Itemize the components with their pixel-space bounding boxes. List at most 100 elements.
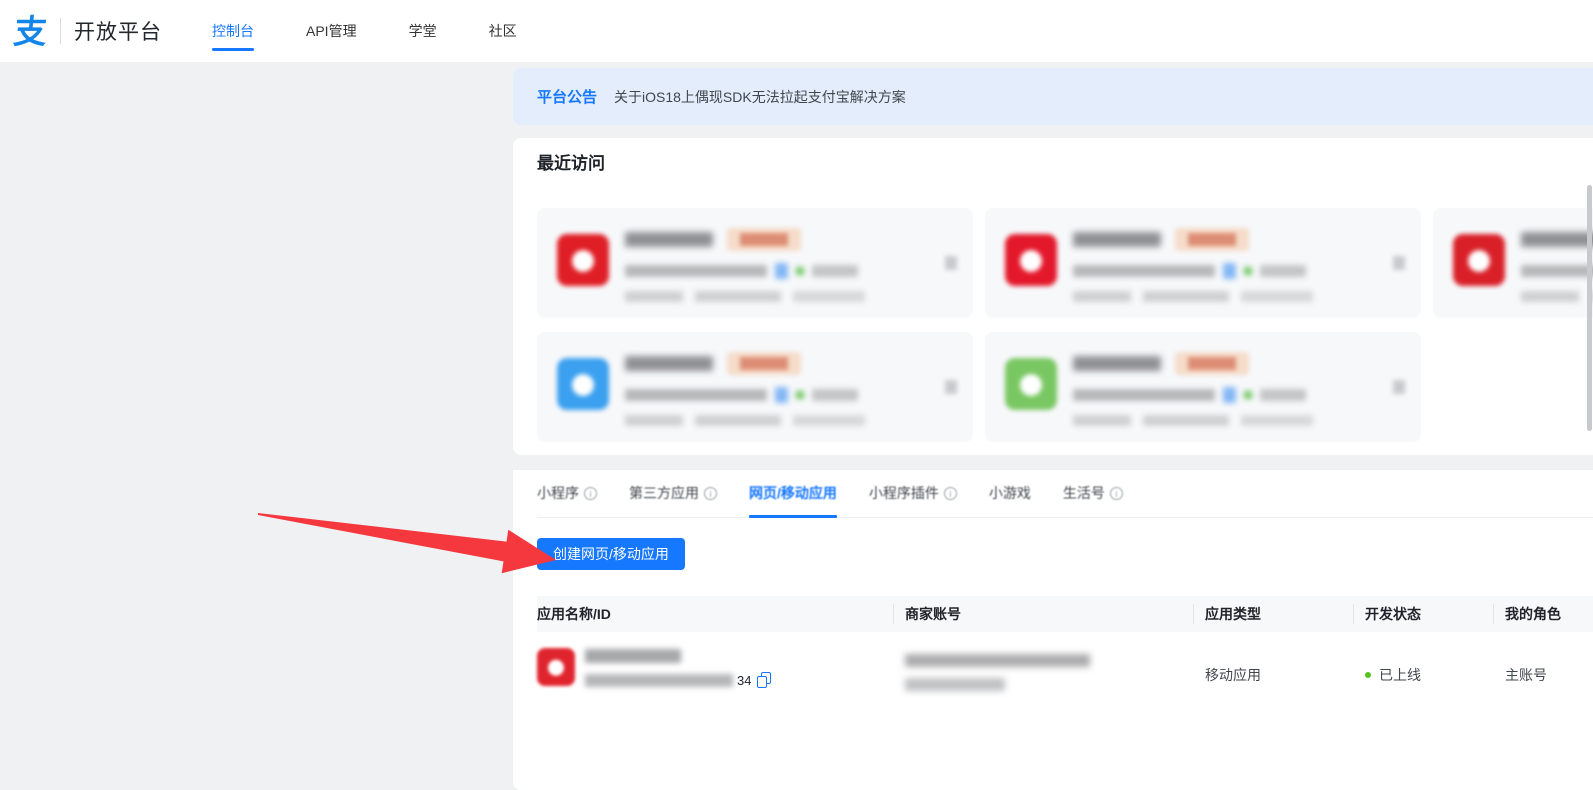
tab-label: 小程序插件i [869,483,957,503]
blurred-app-name [1521,232,1593,247]
table-row[interactable]: 34 移动应用 已上线 主账号 [537,632,1593,691]
recent-app-card-0[interactable] [537,208,973,318]
annotation-arrow-shape [258,513,556,573]
blurred-meta [1073,389,1215,401]
card-meta-row [625,263,858,279]
blurred-app-name [1073,232,1161,247]
blurred-detail [625,415,683,426]
column-header-1: 商家账号 [893,596,1193,632]
blurred-corner-mark [1393,380,1405,394]
card-detail-row [625,415,865,426]
blurred-app-name [585,649,681,663]
online-status-dot-icon [1365,672,1371,678]
tab-label: 小程序i [537,483,597,503]
tab-label: 第三方应用i [629,483,717,503]
card-detail-row [1073,291,1313,302]
card-meta-row [1073,387,1306,403]
blurred-detail [695,291,781,302]
recent-app-card-4[interactable] [985,332,1421,442]
app-icon [1005,358,1057,410]
recent-cards-grid [537,208,1593,442]
blurred-meta [812,265,858,277]
cell-app-type: 移动应用 [1193,648,1353,685]
nav-item-2[interactable]: 学堂 [409,0,437,62]
blurred-detail [793,291,865,302]
info-icon[interactable]: i [944,487,957,500]
app-type-tabs: 小程序i 第三方应用i 网页/移动应用 小程序插件i 小游戏生活号i [537,470,1593,518]
blurred-app-name [625,356,713,371]
recent-visits-title: 最近访问 [537,138,1593,176]
apps-section: 小程序i 第三方应用i 网页/移动应用 小程序插件i 小游戏生活号i 创建网页/移动应用… [513,470,1593,790]
info-icon[interactable]: i [704,487,717,500]
card-meta-row [625,387,858,403]
blurred-status-dot [1244,391,1252,399]
blurred-meta [625,389,767,401]
main-nav: 控制台 API管理 学堂社区 [212,0,517,62]
blurred-tag [1223,263,1236,279]
column-header-3: 开发状态 [1353,596,1493,632]
card-detail-row [1521,291,1593,302]
blurred-detail [1143,291,1229,302]
blurred-status-dot [796,267,804,275]
create-web-mobile-app-button[interactable]: 创建网页/移动应用 [537,538,685,570]
announcement-banner: 平台公告 关于iOS18上偶现SDK无法拉起支付宝解决方案 [513,68,1593,125]
blurred-detail [1143,415,1229,426]
tab-5[interactable]: 生活号i [1063,469,1123,517]
app-id-suffix: 34 [737,673,751,688]
nav-item-0[interactable]: 控制台 [212,0,254,62]
card-detail-row [1073,415,1313,426]
blurred-meta [812,389,858,401]
info-icon[interactable]: i [1110,487,1123,500]
blurred-detail [1521,291,1579,302]
dev-status-text: 已上线 [1379,667,1421,683]
cell-app-name-id: 34 [537,648,893,688]
announcement-tag: 平台公告 [537,86,597,107]
blurred-app-name [625,232,713,247]
blurred-tag [775,387,788,403]
nav-item-1[interactable]: API管理 [306,0,357,62]
tab-4[interactable]: 小游戏 [989,469,1031,517]
blurred-detail [1241,415,1313,426]
blurred-badge [727,352,801,375]
tab-0[interactable]: 小程序i [537,469,597,517]
card-title-row [625,352,801,375]
announcement-link[interactable]: 关于iOS18上偶现SDK无法拉起支付宝解决方案 [614,87,906,107]
blurred-status-dot [1244,267,1252,275]
recent-app-card-2[interactable] [1433,208,1593,318]
column-header-0: 应用名称/ID [537,596,893,632]
recent-visits-section: 最近访问 [513,138,1593,455]
tab-1[interactable]: 第三方应用i [629,469,717,517]
blurred-meta [1260,389,1306,401]
tab-3[interactable]: 小程序插件i [869,469,957,517]
table-header-row: 应用名称/ID商家账号应用类型开发状态我的角色 [537,596,1593,632]
cell-merchant-account [893,648,1193,691]
blurred-meta [1260,265,1306,277]
blurred-merchant-account [905,654,1090,667]
blurred-merchant-account-2 [905,678,1005,691]
blurred-detail [1073,415,1131,426]
tab-2[interactable]: 网页/移动应用 [749,469,837,517]
app-icon [557,234,609,286]
content-column: 平台公告 关于iOS18上偶现SDK无法拉起支付宝解决方案 最近访问 小程序i 第… [513,62,1593,790]
card-title-row [1073,228,1249,251]
blurred-app-id [585,674,733,687]
info-icon[interactable]: i [584,487,597,500]
blurred-corner-mark [945,380,957,394]
card-title-row [1073,352,1249,375]
top-nav-bar: 支 开放平台 控制台API管理学堂社区 [0,0,1593,62]
blurred-meta [1521,265,1593,277]
column-header-2: 应用类型 [1193,596,1353,632]
blurred-badge [1175,352,1249,375]
app-icon [557,358,609,410]
brand-title: 开放平台 [74,16,162,46]
blurred-tag [1223,387,1236,403]
blurred-detail [1241,291,1313,302]
card-title-row [1521,228,1593,251]
blurred-badge [1175,228,1249,251]
nav-item-3[interactable]: 社区 [489,0,517,62]
recent-app-card-3[interactable] [537,332,973,442]
copy-icon[interactable] [757,672,771,688]
recent-app-card-1[interactable] [985,208,1421,318]
app-icon [1453,234,1505,286]
vertical-scrollbar-thumb[interactable] [1587,185,1592,431]
